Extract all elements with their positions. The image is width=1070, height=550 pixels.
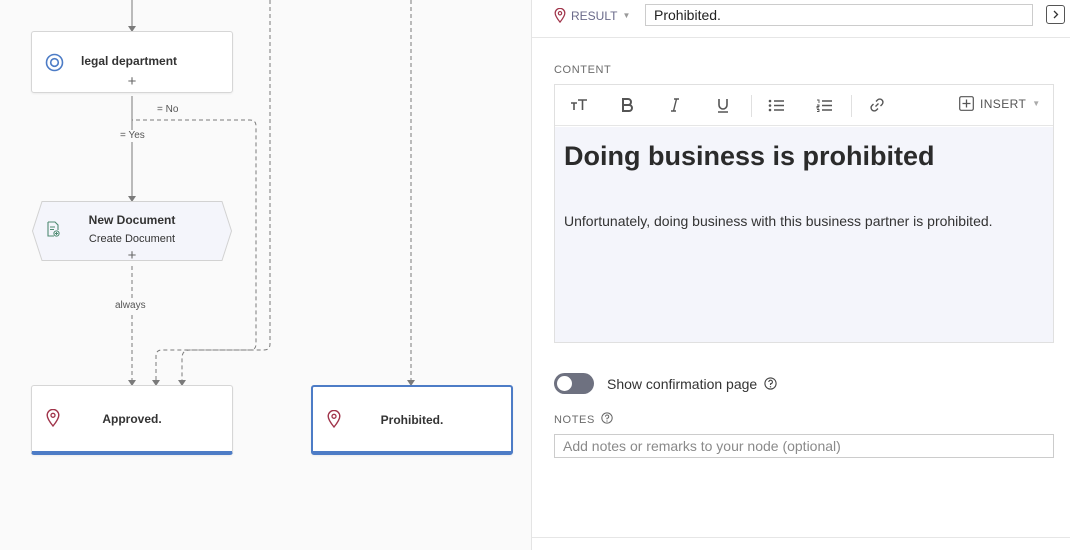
bullet-list-button[interactable] — [765, 95, 787, 115]
chevron-down-icon: ▼ — [1032, 99, 1041, 108]
insert-label: INSERT — [980, 96, 1027, 111]
editor-toolbar: INSERT ▼ — [555, 85, 1053, 126]
toolbar-divider — [751, 95, 752, 117]
italic-button[interactable] — [664, 95, 686, 115]
italic-icon — [671, 98, 679, 112]
numbered-list-button[interactable] — [813, 95, 835, 115]
toggle-knob — [557, 376, 572, 391]
toggle-label: Show confirmation page — [607, 375, 758, 392]
notes-input[interactable] — [554, 434, 1054, 458]
notes-section-label: NOTES — [554, 412, 613, 427]
edge-label-yes: = Yes — [118, 130, 147, 142]
node-legal-department[interactable]: legal department + — [31, 31, 233, 93]
toolbar-divider — [851, 95, 852, 117]
content-paragraph: Unfortunately, doing business with this … — [564, 213, 993, 229]
node-type-label: RESULT — [571, 8, 618, 23]
node-approved[interactable]: Approved. — [31, 385, 233, 455]
panel-divider — [532, 537, 1070, 538]
editor-content-area[interactable]: Doing business is prohibited Unfortunate… — [555, 127, 1053, 342]
edge-label-no: = No — [155, 104, 181, 116]
node-title: legal department — [81, 54, 178, 68]
node-title: Prohibited. — [380, 413, 444, 427]
text-size-icon — [571, 99, 587, 110]
result-name-input[interactable] — [645, 4, 1033, 26]
content-editor: INSERT ▼ Doing business is prohibited Un… — [554, 84, 1054, 343]
node-properties-panel: RESULT ▼ CONTENT — [531, 0, 1070, 550]
help-icon[interactable] — [764, 377, 777, 390]
node-title: New Document — [88, 213, 176, 227]
result-header: RESULT ▼ — [532, 0, 1070, 38]
bold-button[interactable] — [616, 95, 638, 115]
plus-square-icon — [959, 96, 974, 111]
notes-label-text: NOTES — [554, 413, 595, 426]
expand-panel-button[interactable] — [1046, 5, 1065, 24]
content-heading: Doing business is prohibited — [564, 141, 935, 171]
underline-button[interactable] — [712, 95, 734, 115]
target-icon — [45, 53, 64, 77]
insert-dropdown[interactable]: INSERT ▼ — [959, 96, 1041, 111]
text-size-button[interactable] — [568, 95, 590, 115]
bold-icon — [622, 98, 633, 112]
edge-label-always: always — [113, 300, 148, 312]
node-title: Approved. — [102, 412, 162, 426]
node-type-dropdown[interactable]: RESULT ▼ — [554, 8, 630, 23]
node-subtitle: Create Document — [88, 233, 176, 245]
help-icon[interactable] — [601, 412, 613, 427]
flow-canvas[interactable]: = No = Yes always legal department + New… — [0, 0, 531, 550]
content-section-label: CONTENT — [554, 64, 612, 76]
link-icon — [870, 98, 884, 112]
add-connection-button[interactable]: + — [128, 248, 137, 264]
bullet-list-icon — [768, 99, 784, 111]
add-connection-button[interactable]: + — [128, 74, 137, 90]
chevron-down-icon: ▼ — [622, 11, 631, 20]
node-prohibited[interactable]: Prohibited. — [311, 385, 513, 455]
numbered-list-icon — [816, 99, 832, 112]
node-new-document[interactable]: New Document Create Document + — [32, 201, 232, 264]
underline-icon — [718, 98, 728, 113]
chevron-right-icon — [1053, 10, 1059, 19]
show-confirmation-toggle[interactable] — [554, 373, 594, 394]
confirmation-toggle-row: Show confirmation page — [554, 373, 777, 394]
location-pin-icon — [554, 8, 566, 23]
link-button[interactable] — [866, 95, 888, 115]
